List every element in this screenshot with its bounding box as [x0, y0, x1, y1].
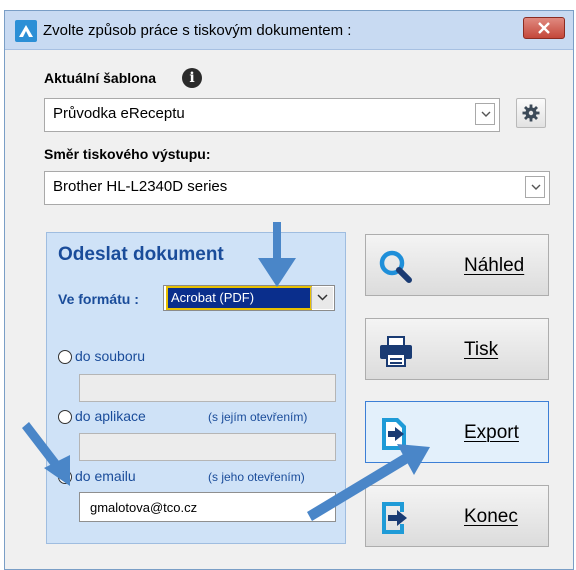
application-hint: (s jejím otevřením)	[208, 410, 308, 424]
close-window-button[interactable]	[523, 17, 565, 39]
info-icon[interactable]: i	[182, 68, 202, 88]
template-settings-button[interactable]	[516, 98, 546, 128]
output-label: Směr tiskového výstupu:	[44, 146, 211, 162]
print-button[interactable]: Tisk	[365, 318, 549, 380]
gear-icon	[522, 104, 540, 122]
export-button[interactable]: Export	[365, 401, 549, 463]
print-button-label: Tisk	[464, 339, 499, 360]
printer-select[interactable]: Brother HL-L2340D series	[44, 171, 550, 205]
send-panel-title: Odeslat dokument	[58, 244, 224, 265]
printer-value: Brother HL-L2340D series	[53, 178, 228, 195]
magnifier-icon	[379, 250, 412, 283]
window-title: Zvolte způsob práce s tiskovým dokumente…	[43, 22, 352, 39]
format-dropdown-button[interactable]	[311, 287, 333, 309]
exit-door-icon	[382, 502, 407, 534]
radio-to-file[interactable]	[58, 350, 72, 364]
exit-button-label: Konec	[464, 506, 518, 527]
printer-dropdown-button[interactable]	[525, 176, 545, 198]
chevron-down-icon	[317, 294, 328, 301]
email-hint: (s jeho otevřením)	[208, 470, 305, 484]
close-icon	[538, 22, 550, 34]
email-address-value: gmalotova@tco.cz	[90, 500, 198, 515]
document-export-icon	[382, 418, 406, 450]
template-value: Průvodka eReceptu	[53, 105, 185, 122]
radio-to-email[interactable]	[58, 470, 72, 484]
title-bar: Zvolte způsob práce s tiskovým dokumente…	[5, 11, 573, 50]
preview-button[interactable]: Náhled	[365, 234, 549, 296]
template-dropdown-button[interactable]	[475, 103, 495, 125]
file-path-field[interactable]	[79, 374, 336, 402]
format-value: Acrobat (PDF)	[166, 286, 312, 310]
radio-to-application[interactable]	[58, 410, 72, 424]
template-select[interactable]: Průvodka eReceptu	[44, 98, 500, 132]
exit-button[interactable]: Konec	[365, 485, 549, 547]
radio-label-to-application: do aplikace	[75, 408, 146, 424]
preview-button-label: Náhled	[464, 255, 525, 276]
radio-label-to-email: do emailu	[75, 468, 136, 484]
template-label: Aktuální šablona	[44, 70, 157, 86]
printer-icon	[380, 336, 412, 367]
format-label: Ve formátu :	[58, 291, 139, 307]
radio-label-to-file: do souboru	[75, 348, 146, 364]
email-address-field[interactable]: gmalotova@tco.cz	[79, 492, 336, 522]
export-button-label: Export	[464, 422, 519, 443]
app-icon	[15, 20, 37, 42]
format-select[interactable]: Acrobat (PDF)	[163, 285, 335, 311]
application-path-field[interactable]	[79, 433, 336, 461]
chevron-down-icon	[531, 184, 541, 190]
chevron-down-icon	[481, 111, 491, 117]
